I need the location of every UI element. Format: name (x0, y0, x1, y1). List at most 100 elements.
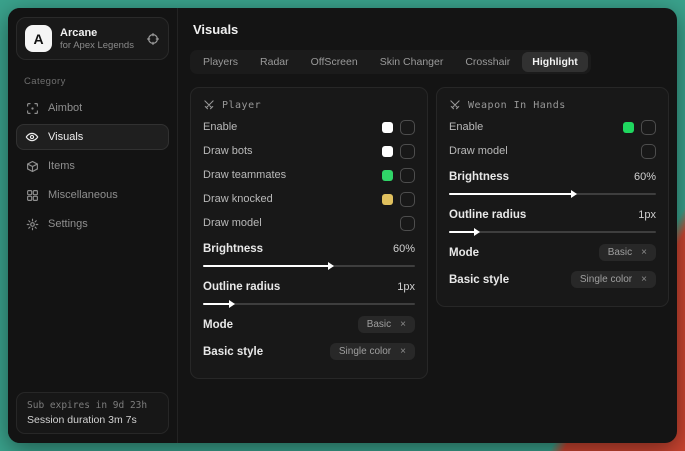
slider-track[interactable] (203, 303, 415, 305)
slider-track[interactable] (449, 193, 656, 195)
panel-header: Weapon In Hands (449, 99, 656, 111)
setting-controls (382, 144, 415, 159)
slider-outline-radius: Outline radius1px (203, 277, 415, 305)
color-swatch[interactable] (382, 170, 393, 181)
page-title: Visuals (193, 22, 669, 37)
setting-controls (623, 120, 656, 135)
setting-label: Enable (203, 121, 237, 133)
option-row-mode: Mode Basic × (449, 239, 656, 266)
sidebar-item-label: Visuals (48, 131, 83, 143)
setting-row-draw-bots: Draw bots (203, 139, 415, 163)
option-label: Mode (203, 319, 233, 331)
app-meta: Arcane for Apex Legends (60, 27, 138, 51)
sidebar: A Arcane for Apex Legends Category Aimbo… (8, 8, 178, 443)
sidebar-nav: Aimbot Visuals Items Miscellaneous Settings (8, 91, 177, 241)
setting-label: Draw model (449, 145, 508, 157)
option-tag[interactable]: Basic × (599, 244, 656, 261)
slider-header: Brightness 60% (203, 239, 415, 259)
tag-remove-icon[interactable]: × (641, 274, 647, 285)
tag-value: Basic (367, 319, 391, 330)
category-label: Category (24, 76, 177, 87)
swords-icon (203, 99, 215, 111)
setting-label: Draw model (203, 217, 262, 229)
setting-label: Draw knocked (203, 193, 273, 205)
color-swatch[interactable] (382, 194, 393, 205)
setting-row-draw-model: Draw model (449, 139, 656, 163)
slider-thumb[interactable] (229, 300, 235, 308)
setting-controls (382, 168, 415, 183)
gear-icon (25, 218, 39, 231)
option-row-basic-style: Basic style Single color × (203, 338, 415, 365)
color-swatch[interactable] (623, 122, 634, 133)
slider-label: Brightness (203, 243, 263, 255)
sidebar-item-visuals[interactable]: Visuals (16, 124, 169, 150)
tab-players[interactable]: Players (193, 52, 248, 72)
slider-track[interactable] (203, 265, 415, 267)
sidebar-item-items[interactable]: Items (16, 153, 169, 179)
color-swatch[interactable] (382, 122, 393, 133)
tag-remove-icon[interactable]: × (641, 247, 647, 258)
color-swatch[interactable] (382, 146, 393, 157)
main-content: Visuals PlayersRadarOffScreenSkin Change… (178, 8, 677, 443)
checkbox[interactable] (400, 216, 415, 231)
grid-icon (25, 189, 39, 202)
panel-weapon-in-hands: Weapon In Hands Enable Draw model Brightnes… (436, 87, 669, 307)
panel-title: Player (222, 100, 261, 111)
slider-header: Brightness 60% (449, 167, 656, 187)
swords-icon (449, 99, 461, 111)
slider-thumb[interactable] (571, 190, 577, 198)
panel-title: Weapon In Hands (468, 100, 566, 111)
subscription-card: Sub expires in 9d 23h Session duration 3… (16, 392, 169, 434)
tab-bar: PlayersRadarOffScreenSkin ChangerCrossha… (190, 50, 591, 74)
setting-row-enable: Enable (449, 115, 656, 139)
cube-icon (25, 160, 39, 173)
slider-track[interactable] (449, 231, 656, 233)
session-duration-text: Session duration 3m 7s (27, 414, 158, 426)
option-row-mode: Mode Basic × (203, 311, 415, 338)
checkbox[interactable] (400, 144, 415, 159)
slider-value: 60% (393, 243, 415, 255)
option-tag[interactable]: Basic × (358, 316, 415, 333)
checkbox[interactable] (400, 120, 415, 135)
setting-label: Draw teammates (203, 169, 286, 181)
tag-remove-icon[interactable]: × (400, 319, 406, 330)
tab-skin-changer[interactable]: Skin Changer (370, 52, 454, 72)
sidebar-spacer (8, 241, 177, 392)
tab-crosshair[interactable]: Crosshair (455, 52, 520, 72)
tab-radar[interactable]: Radar (250, 52, 299, 72)
slider-thumb[interactable] (328, 262, 334, 270)
sidebar-item-settings[interactable]: Settings (16, 211, 169, 237)
panel-header: Player (203, 99, 415, 111)
slider-header: Outline radius1px (449, 205, 656, 225)
target-icon[interactable] (146, 32, 160, 46)
slider-label: Outline radius (203, 281, 280, 293)
slider-header: Outline radius1px (203, 277, 415, 297)
slider-value: 1px (638, 209, 656, 221)
option-tag[interactable]: Single color × (330, 343, 415, 360)
tab-highlight[interactable]: Highlight (522, 52, 588, 72)
checkbox[interactable] (641, 120, 656, 135)
option-label: Basic style (449, 274, 509, 286)
slider-value: 60% (634, 171, 656, 183)
tag-remove-icon[interactable]: × (400, 346, 406, 357)
checkbox[interactable] (400, 168, 415, 183)
checkbox[interactable] (641, 144, 656, 159)
sidebar-item-aimbot[interactable]: Aimbot (16, 95, 169, 121)
option-label: Mode (449, 247, 479, 259)
slider-thumb[interactable] (474, 228, 480, 236)
slider-label: Brightness (449, 171, 509, 183)
slider-brightness: Brightness 60% (449, 167, 656, 195)
option-tag[interactable]: Single color× (571, 271, 656, 288)
tag-value: Basic (608, 247, 632, 258)
slider-brightness: Brightness 60% (203, 239, 415, 267)
app-header-card: A Arcane for Apex Legends (16, 17, 169, 60)
checkbox[interactable] (400, 192, 415, 207)
tab-offscreen[interactable]: OffScreen (301, 52, 368, 72)
sidebar-item-miscellaneous[interactable]: Miscellaneous (16, 182, 169, 208)
option-row-basic-style: Basic style Single color× (449, 266, 656, 293)
option-label: Basic style (203, 346, 263, 358)
tag-value: Single color (339, 346, 391, 357)
panels-container: Player Enable Draw bots Draw teammates Draw … (190, 87, 669, 379)
app-subtitle: for Apex Legends (60, 40, 138, 51)
sidebar-item-label: Aimbot (48, 102, 82, 114)
